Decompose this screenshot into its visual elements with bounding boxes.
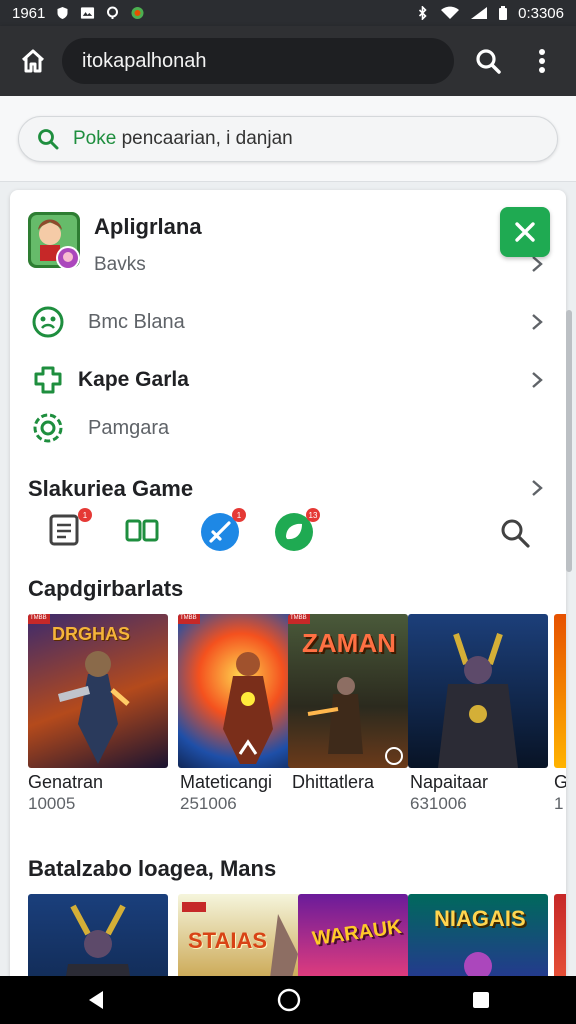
game-art [438,633,518,768]
back-icon[interactable] [85,989,107,1011]
search-area: Poke pencaarian, i danjan [0,96,576,182]
games-section-title: Capdgirbarlats [28,576,184,601]
game-tile[interactable]: ZAMAN TMBB [288,614,408,768]
app-icon[interactable] [28,212,82,272]
more-vert-icon [539,49,545,73]
category-books[interactable] [124,512,164,552]
game-tile[interactable]: DRGHAS TMBB [28,614,168,768]
game-count: 631006 [410,794,467,813]
game-banner: ZAMAN [302,628,396,658]
image-notification-icon [81,7,95,19]
game-name: Genatran [28,772,104,792]
home-button[interactable] [14,42,52,80]
menu-item-label: Kape Garla [78,368,189,391]
system-nav-bar [0,976,576,1024]
bluetooth-icon [419,6,427,20]
search-icon [476,49,501,74]
category-action[interactable]: 1 [200,508,246,552]
menu-item-kape-garla[interactable]: Kape Garla [10,360,566,400]
chevron-right-icon [532,372,543,388]
close-button[interactable] [500,207,550,257]
notification-badge: 13 [306,508,320,522]
search-icon[interactable] [498,516,532,550]
app-title: Apligrlana [94,214,202,239]
home-icon [21,49,45,73]
game-banner: DRGHAS [52,624,131,644]
game-banner: STAIAS [188,928,268,953]
game-ribbon: TMBB [290,615,307,621]
game-tile[interactable] [554,614,566,768]
game-name: Mateticangi [180,772,273,792]
game-notification-icon [131,7,144,19]
url-text: itokapalhonah [82,49,207,72]
game-banner: WARAUK [310,915,404,951]
url-bar[interactable]: itokapalhonah [62,38,454,84]
status-clock: 0:3306 [518,4,564,22]
shield-notification-icon [57,7,68,19]
location-notification-icon [107,6,119,19]
game-name: G [554,772,566,792]
notification-badge: 1 [232,508,246,522]
menu-item-label: Pamgara [88,416,170,439]
settings-icon [33,413,63,443]
chevron-right-icon [532,256,543,272]
game-name: Napaitaar [410,772,489,792]
category-news[interactable]: 1 [46,508,92,552]
app-subtitle: Bavks [94,254,146,275]
game-count: 10005 [28,794,76,813]
search-input[interactable]: Poke pencaarian, i danjan [18,116,558,162]
book-icon [125,519,159,542]
second-section-title: Batalzabo loagea, Mans [28,856,277,881]
wifi-icon [441,6,460,19]
battery-icon [499,6,508,20]
category-section-title: Slakuriea Game [28,476,194,501]
face-icon [32,306,64,338]
menu-item-pamgara[interactable]: Pamgara [10,408,566,448]
home-nav-icon[interactable] [277,988,301,1012]
menu-item-bmc-blana[interactable]: Bmc Blana [10,302,566,342]
scrollbar[interactable] [566,310,572,572]
recents-icon[interactable] [471,990,491,1010]
game-count: 251006 [180,794,237,813]
close-icon [515,222,535,242]
game-ribbon: TMBB [30,615,47,621]
game-ribbon: TMBB [180,615,197,621]
game-name: Dhittatlera [292,772,375,792]
game-tile[interactable] [408,614,548,768]
status-time: 1961 [12,4,46,22]
menu-button[interactable] [522,41,562,81]
search-placeholder: pencaarian, i danjan [116,128,293,149]
main-card: Apligrlana Bavks Bmc Blana Kape Garla Pa… [10,190,566,990]
puzzle-icon [34,366,62,394]
chevron-right-icon[interactable] [530,478,544,498]
document-icon [49,514,79,546]
menu-item-label: Bmc Blana [88,310,185,333]
game-count: 1 [554,794,564,813]
browser-app-bar: itokapalhonah [0,26,576,96]
search-button[interactable] [468,41,508,81]
search-prefix: Poke [73,128,117,149]
signal-icon [471,7,488,19]
game-banner: NIAGAIS [434,906,526,931]
category-casual[interactable]: 13 [274,508,320,552]
status-bar: 1961 0:3306 [0,0,576,26]
chevron-right-icon [532,314,543,330]
notification-badge: 1 [78,508,92,522]
search-icon [38,129,59,150]
